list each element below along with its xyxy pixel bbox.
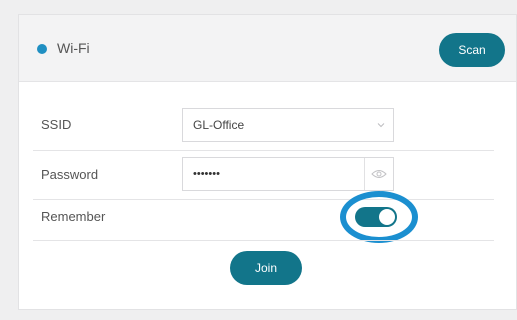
- ssid-selected-value: GL-Office: [193, 118, 245, 132]
- divider: [364, 158, 365, 190]
- toggle-knob: [379, 209, 395, 225]
- divider: [33, 150, 494, 151]
- panel-title: Wi-Fi: [57, 40, 90, 56]
- divider: [33, 240, 494, 241]
- password-field: [182, 157, 394, 191]
- password-input[interactable]: [184, 159, 362, 189]
- wifi-panel: Wi-Fi Scan SSID GL-Office Password Remem…: [18, 14, 517, 310]
- join-button[interactable]: Join: [230, 251, 302, 285]
- password-label: Password: [41, 167, 99, 182]
- ssid-label: SSID: [41, 117, 72, 132]
- chevron-down-icon: [377, 123, 385, 128]
- remember-label: Remember: [41, 209, 106, 224]
- scan-button[interactable]: Scan: [439, 33, 505, 67]
- status-dot-icon: [37, 44, 47, 54]
- divider: [33, 199, 494, 200]
- ssid-select[interactable]: GL-Office: [182, 108, 394, 142]
- remember-toggle[interactable]: [355, 207, 397, 227]
- panel-header: Wi-Fi Scan: [19, 15, 516, 82]
- eye-icon[interactable]: [371, 168, 387, 180]
